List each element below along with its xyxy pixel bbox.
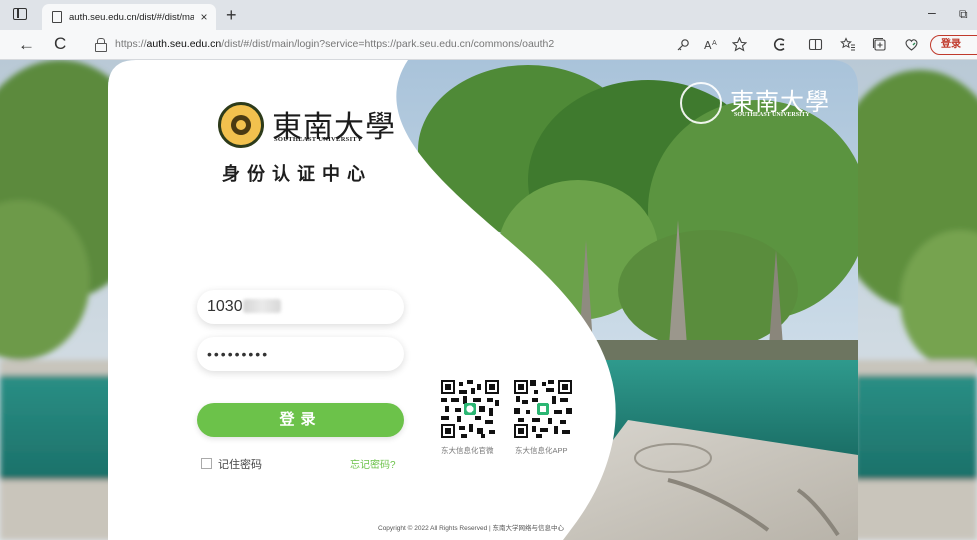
qr-label-app: 东大信息化APP <box>515 446 568 455</box>
tab-close-icon[interactable]: × <box>198 10 210 24</box>
masked-username-part <box>242 299 281 313</box>
page: 東南大學 SOUTHEAST UNIVERSITY <box>0 60 977 540</box>
url-field[interactable]: https://auth.seu.edu.cn/dist/#/dist/main… <box>115 38 554 50</box>
favorite-star-icon[interactable] <box>732 37 747 52</box>
address-bar: ← C https://auth.seu.edu.cn/dist/#/dist/… <box>0 30 977 60</box>
new-tab-button[interactable]: + <box>226 6 237 24</box>
login-button[interactable]: 登录 <box>197 403 404 437</box>
browser-tab-bar: auth.seu.edu.cn/dist/#/dist/main × + – ⧉ <box>0 0 977 30</box>
qr-code-official-account <box>441 380 499 438</box>
split-screen-icon[interactable] <box>808 37 823 52</box>
page-icon <box>52 11 62 23</box>
collections-icon[interactable] <box>872 37 887 52</box>
username-value: 1030 <box>207 298 243 315</box>
minimize-button[interactable]: – <box>928 4 936 20</box>
back-button[interactable]: ← <box>18 35 35 55</box>
username-input[interactable]: 1030 <box>197 290 404 324</box>
university-emblem-icon <box>218 102 264 148</box>
copilot-icon[interactable] <box>772 37 787 52</box>
hero-emblem-icon <box>680 82 722 124</box>
remember-password-label[interactable]: 记住密码 <box>218 456 262 472</box>
lock-icon[interactable] <box>95 38 107 52</box>
tab-actions-icon[interactable] <box>13 8 27 20</box>
remember-password-checkbox[interactable] <box>201 458 212 469</box>
svg-text:A: A <box>704 39 712 52</box>
favorites-icon[interactable] <box>840 37 856 52</box>
restore-button[interactable]: ⧉ <box>959 7 968 22</box>
svg-text:A: A <box>712 39 717 47</box>
page-title: 身份认证中心 <box>222 164 372 184</box>
tab-title: auth.seu.edu.cn/dist/#/dist/main <box>69 11 194 23</box>
copyright-footer: Copyright © 2022 All Rights Reserved | 东… <box>378 525 565 532</box>
password-input[interactable]: ••••••••• <box>197 337 404 371</box>
forgot-password-link[interactable]: 忘记密码? <box>350 456 396 471</box>
url-prefix: https:// <box>115 38 147 50</box>
read-aloud-icon[interactable]: AA <box>704 38 720 52</box>
browser-tab[interactable]: auth.seu.edu.cn/dist/#/dist/main × <box>42 4 216 30</box>
university-logo-en: SOUTHEAST UNIVERSITY <box>274 136 363 143</box>
profile-login-button[interactable]: 登录 <box>930 35 977 55</box>
extensions-icon[interactable] <box>904 37 919 52</box>
key-icon[interactable] <box>676 38 690 52</box>
qr-code-app <box>514 380 572 438</box>
refresh-button[interactable]: C <box>54 34 66 54</box>
hero-logo-en: SOUTHEAST UNIVERSITY <box>734 112 810 118</box>
hero-logo: 東南大學 SOUTHEAST UNIVERSITY <box>680 82 850 126</box>
url-host: auth.seu.edu.cn <box>146 38 222 50</box>
url-path: /dist/#/dist/main/login?service=https://… <box>221 38 555 50</box>
qr-label-official-account: 东大信息化官微 <box>441 446 494 455</box>
